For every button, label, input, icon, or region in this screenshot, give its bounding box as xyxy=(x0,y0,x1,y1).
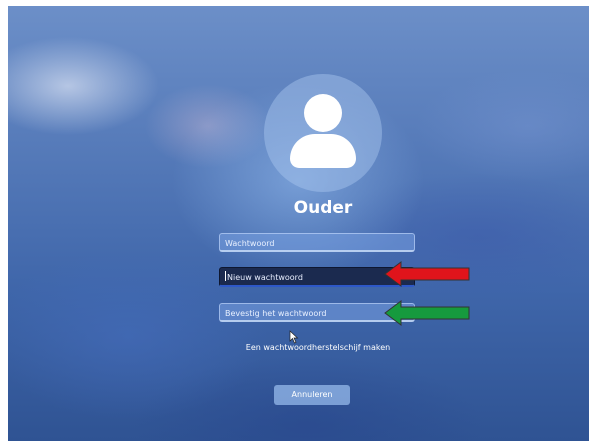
mouse-cursor-icon xyxy=(289,330,299,344)
green-arrow-icon xyxy=(384,300,470,326)
lock-screen: Ouder Wachtwoord Nieuw wachtwoord Bevest… xyxy=(8,6,589,441)
new-password-placeholder: Nieuw wachtwoord xyxy=(227,273,303,282)
password-field[interactable]: Wachtwoord xyxy=(219,233,415,252)
cancel-button[interactable]: Annuleren xyxy=(274,385,350,405)
photo-frame: Ouder Wachtwoord Nieuw wachtwoord Bevest… xyxy=(0,0,593,441)
avatar-body-icon xyxy=(290,134,356,168)
avatar-head-icon xyxy=(304,94,342,132)
account-name: Ouder xyxy=(293,198,353,218)
confirm-password-placeholder: Bevestig het wachtwoord xyxy=(225,309,327,318)
red-arrow-icon xyxy=(384,261,470,287)
user-avatar xyxy=(264,74,382,192)
password-placeholder: Wachtwoord xyxy=(225,239,275,248)
password-reset-disk-link[interactable]: Een wachtwoordherstelschijf maken xyxy=(208,343,428,352)
text-caret xyxy=(225,271,226,281)
